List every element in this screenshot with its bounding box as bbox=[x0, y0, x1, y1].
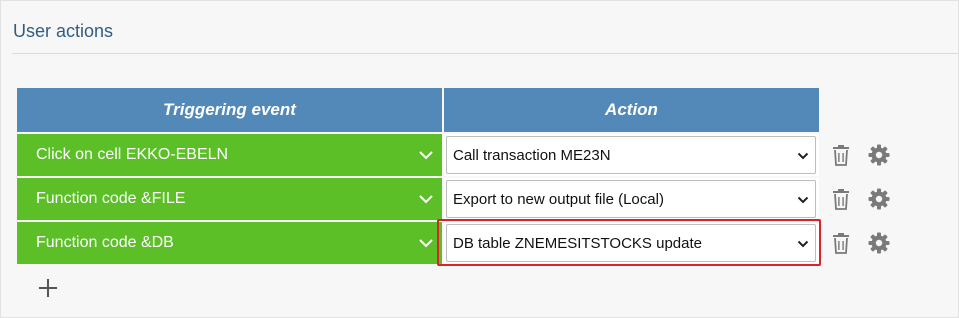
divider bbox=[12, 53, 958, 54]
delete-row-1-button[interactable] bbox=[829, 143, 853, 167]
section-title: User actions bbox=[13, 21, 114, 41]
column-header-action: Action bbox=[444, 88, 819, 132]
event-dropdown-row-1[interactable]: Click on cell EKKO-EBELN bbox=[17, 134, 442, 176]
trash-icon bbox=[833, 145, 849, 166]
event-label: Click on cell EKKO-EBELN bbox=[36, 146, 229, 163]
gear-icon bbox=[868, 232, 890, 254]
gear-icon bbox=[868, 188, 890, 210]
settings-row-3-button[interactable] bbox=[867, 231, 891, 255]
action-cell-row-3: DB table ZNEMESITSTOCKS update bbox=[444, 222, 819, 264]
chevron-down-icon bbox=[419, 151, 433, 160]
action-select-row-1[interactable]: Call transaction ME23N bbox=[446, 136, 816, 174]
user-actions-panel: User actions Triggering event Action Cli… bbox=[0, 0, 959, 318]
event-dropdown-row-2[interactable]: Function code &FILE bbox=[17, 178, 442, 220]
trash-icon bbox=[833, 233, 849, 254]
event-dropdown-row-3[interactable]: Function code &DB bbox=[17, 222, 442, 264]
caret-down-icon bbox=[797, 240, 809, 248]
trash-icon bbox=[833, 189, 849, 210]
settings-row-1-button[interactable] bbox=[867, 143, 891, 167]
chevron-down-icon bbox=[419, 195, 433, 204]
action-value: Export to new output file (Local) bbox=[453, 190, 664, 208]
gear-icon bbox=[868, 144, 890, 166]
action-value: Call transaction ME23N bbox=[453, 146, 611, 164]
plus-icon bbox=[39, 279, 57, 297]
action-value: DB table ZNEMESITSTOCKS update bbox=[453, 234, 702, 252]
column-header-triggering-event: Triggering event bbox=[17, 88, 442, 132]
delete-row-3-button[interactable] bbox=[829, 231, 853, 255]
settings-row-2-button[interactable] bbox=[867, 187, 891, 211]
caret-down-icon bbox=[797, 152, 809, 160]
chevron-down-icon bbox=[419, 239, 433, 248]
action-select-row-3[interactable]: DB table ZNEMESITSTOCKS update bbox=[446, 224, 816, 262]
caret-down-icon bbox=[797, 196, 809, 204]
delete-row-2-button[interactable] bbox=[829, 187, 853, 211]
event-label: Function code &DB bbox=[36, 234, 174, 251]
event-label: Function code &FILE bbox=[36, 190, 186, 207]
action-cell-row-1: Call transaction ME23N bbox=[444, 134, 819, 176]
add-row-button[interactable] bbox=[37, 277, 59, 299]
action-cell-row-2: Export to new output file (Local) bbox=[444, 178, 819, 220]
action-select-row-2[interactable]: Export to new output file (Local) bbox=[446, 180, 816, 218]
